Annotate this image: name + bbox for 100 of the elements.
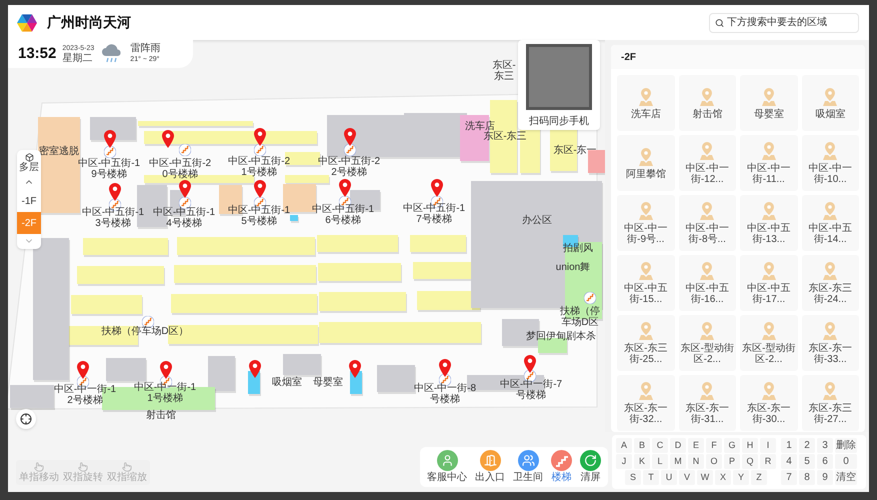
key[interactable]: U	[661, 470, 677, 485]
key[interactable]: 2	[799, 438, 815, 453]
key[interactable]: J	[616, 454, 632, 469]
map-pin-icon[interactable]	[254, 128, 266, 146]
key[interactable]: G	[724, 438, 740, 453]
map-pin-icon[interactable]	[339, 179, 351, 197]
map-label: 中区-中五街-15号楼梯	[226, 205, 292, 227]
place-tile[interactable]: 东区-东三街-25...	[617, 315, 674, 371]
key[interactable]: P	[724, 454, 740, 469]
key[interactable]: 9	[817, 470, 833, 485]
map-pin-icon[interactable]	[109, 183, 121, 201]
place-tile[interactable]: 东区-型动街区-2...	[740, 315, 798, 371]
key[interactable]: D	[670, 438, 686, 453]
key[interactable]: 6	[817, 454, 833, 469]
key[interactable]: H	[742, 438, 758, 453]
key[interactable]: V	[679, 470, 695, 485]
place-tile[interactable]: 东区-东三街-24...	[802, 255, 859, 311]
place-tile[interactable]: 中区-中五街-15...	[617, 255, 674, 311]
key[interactable]: O	[706, 454, 722, 469]
map-pin-icon[interactable]	[104, 130, 116, 148]
key[interactable]: F	[706, 438, 722, 453]
key[interactable]: L	[652, 454, 668, 469]
place-tile[interactable]: 吸烟室	[802, 75, 859, 131]
key[interactable]: 8	[799, 470, 815, 485]
shop-block	[283, 354, 321, 375]
map-pin-icon[interactable]	[524, 355, 536, 373]
place-tile[interactable]: 东区-东一街-33...	[802, 315, 859, 371]
key[interactable]: A	[616, 438, 632, 453]
map-pin-icon[interactable]	[349, 360, 361, 378]
place-tile[interactable]: 中区-中五街-14...	[802, 195, 859, 251]
place-tile[interactable]: 母婴室	[740, 75, 798, 131]
map-label: 中区-中五街-19号楼梯	[76, 158, 142, 180]
key[interactable]: 删除	[835, 438, 857, 453]
floor-button[interactable]: -1F	[17, 190, 41, 212]
key[interactable]: B	[634, 438, 650, 453]
key[interactable]: I	[760, 438, 776, 453]
map-pin-icon[interactable]	[160, 361, 172, 379]
place-tile[interactable]: 中区-中五街-13...	[740, 195, 798, 251]
key[interactable]: 清空	[835, 470, 857, 485]
key[interactable]: Y	[733, 470, 749, 485]
search-field[interactable]: 下方搜索中要去的区域	[709, 12, 859, 32]
map-pin-icon[interactable]	[254, 180, 266, 198]
place-tile[interactable]: 中区-中一街-10...	[802, 135, 859, 191]
map-pin-icon[interactable]	[439, 359, 451, 377]
key[interactable]: 1	[781, 438, 797, 453]
map-pin-icon[interactable]	[249, 360, 261, 378]
weather-text: 雷阵雨	[130, 43, 160, 54]
place-tile[interactable]: 东区-东一街-31...	[678, 375, 736, 431]
key[interactable]: Q	[742, 454, 758, 469]
place-tile[interactable]: 中区-中一街-11...	[740, 135, 798, 191]
place-tile[interactable]: 中区-中五街-17...	[740, 255, 798, 311]
map-pin-icon[interactable]	[179, 180, 191, 198]
place-tile[interactable]: 阿里攀馆	[617, 135, 674, 191]
key[interactable]: 7	[781, 470, 797, 485]
place-tile[interactable]: 中区-中一街-12...	[678, 135, 736, 191]
place-tile[interactable]: 东区-型动街区-2...	[678, 315, 736, 371]
gesture-label: 双指缩放	[107, 472, 147, 483]
location-icon	[699, 86, 716, 106]
key[interactable]: 0	[835, 454, 857, 469]
category-button[interactable]: 客服中心	[425, 450, 469, 484]
map-label: 东区-东一	[552, 145, 598, 156]
map-pin-icon[interactable]	[77, 361, 89, 379]
key[interactable]: Z	[751, 470, 767, 485]
key[interactable]: 5	[799, 454, 815, 469]
key[interactable]: R	[760, 454, 776, 469]
key[interactable]: X	[715, 470, 731, 485]
place-tile[interactable]: 中区-中一街-9号...	[617, 195, 674, 251]
shop-block	[10, 385, 54, 408]
map-pin-icon[interactable]	[162, 130, 174, 148]
key[interactable]: C	[652, 438, 668, 453]
location-icon	[822, 321, 838, 341]
place-tile[interactable]: 洗车店	[617, 75, 674, 131]
location-icon	[638, 146, 654, 166]
key[interactable]: T	[643, 470, 659, 485]
place-tile[interactable]: 中区-中五街-16...	[678, 255, 736, 311]
location-icon	[760, 201, 777, 221]
key[interactable]: E	[688, 438, 704, 453]
refresh-icon	[584, 454, 597, 467]
map-pin-icon[interactable]	[344, 128, 356, 146]
shop-block	[550, 127, 577, 171]
locate-button[interactable]	[16, 409, 36, 429]
cube-icon	[24, 153, 34, 162]
place-tile[interactable]: 射击馆	[678, 75, 736, 131]
key[interactable]: 3	[817, 438, 833, 453]
category-button[interactable]: 出入口	[473, 450, 507, 484]
place-tile[interactable]: 东区-东一街-30...	[740, 375, 798, 431]
location-icon	[638, 321, 654, 341]
key[interactable]: K	[634, 454, 650, 469]
map-label: 中区-中一街-11号楼梯	[132, 382, 198, 404]
key[interactable]: S	[625, 470, 641, 485]
key[interactable]: 4	[781, 454, 797, 469]
place-tile[interactable]: 中区-中一街-8号...	[678, 195, 736, 251]
key[interactable]: W	[697, 470, 713, 485]
map-label: 中区-中一街-12号楼梯	[52, 384, 118, 406]
map-pin-icon[interactable]	[431, 179, 443, 197]
key[interactable]: M	[670, 454, 686, 469]
key[interactable]: N	[688, 454, 704, 469]
place-tile[interactable]: 东区-东一街-32...	[617, 375, 674, 431]
place-tile[interactable]: 东区-东三街-27...	[802, 375, 859, 431]
category-button[interactable]: 卫生间	[511, 450, 545, 484]
